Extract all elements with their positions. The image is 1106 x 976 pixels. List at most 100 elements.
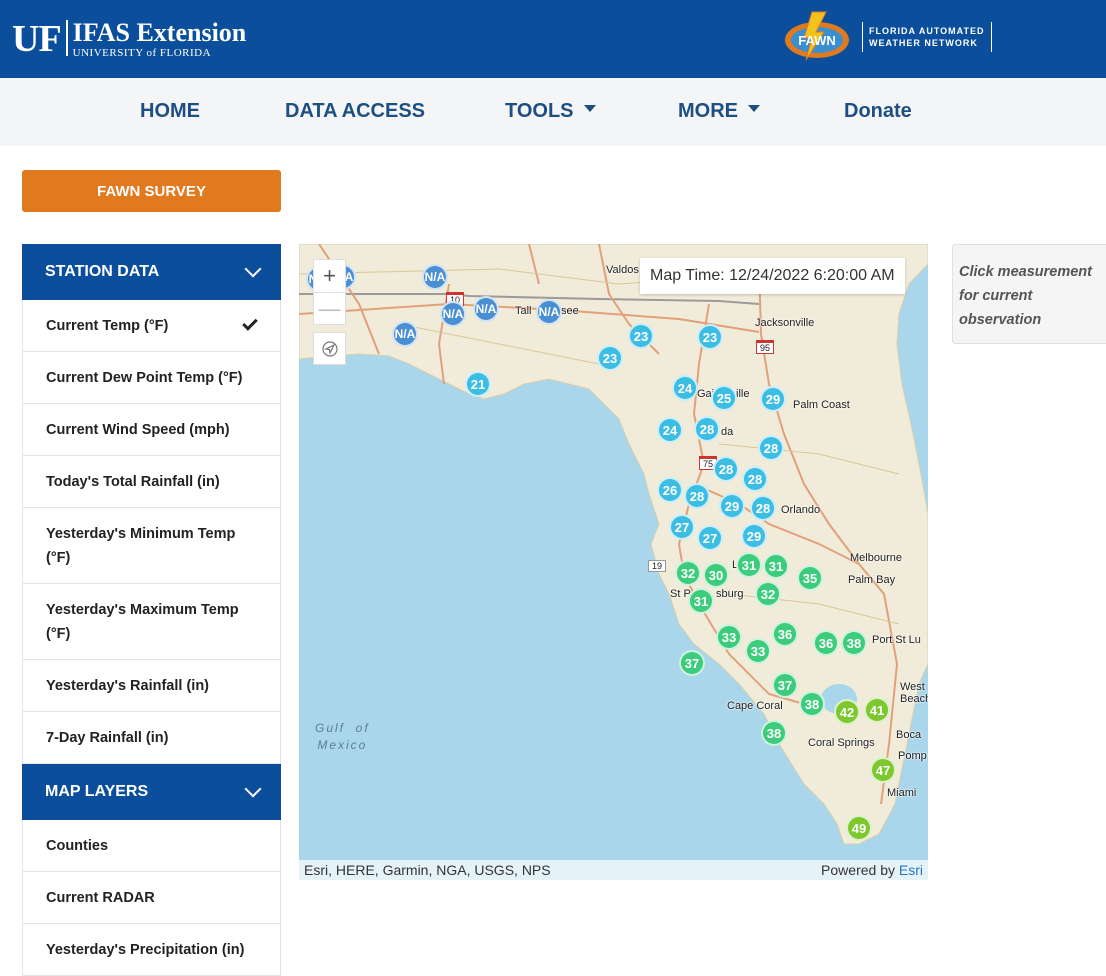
fawn-badge-icon: FAWN (782, 10, 852, 64)
city-label: Cape Coral (727, 700, 783, 712)
layer-item-label: Counties (46, 837, 109, 854)
station-item-label: Current Temp (°F) (46, 317, 169, 334)
station-marker[interactable]: 42 (834, 699, 860, 725)
station-marker[interactable]: 28 (684, 483, 710, 509)
site-header: UF IFAS Extension UNIVERSITY of FLORIDA … (0, 0, 1106, 78)
nav-data-access-label: DATA ACCESS (285, 100, 425, 122)
station-marker[interactable]: 28 (758, 435, 784, 461)
city-label: sburg (716, 588, 744, 600)
station-marker[interactable]: N/A (440, 301, 466, 327)
city-label: Valdos (606, 264, 639, 276)
station-marker[interactable]: 24 (672, 375, 698, 401)
station-marker[interactable]: 24 (657, 417, 683, 443)
layer-item-counties[interactable]: Counties (22, 820, 281, 872)
station-marker[interactable]: 38 (761, 720, 787, 746)
station-marker[interactable]: 29 (719, 493, 745, 519)
station-item-yesterday-max-temp[interactable]: Yesterday's Maximum Temp (°F) (22, 584, 281, 660)
locate-button[interactable] (313, 332, 346, 365)
chevron-down-icon (583, 105, 596, 112)
station-marker[interactable]: 49 (846, 815, 872, 841)
station-marker[interactable]: 41 (864, 697, 890, 723)
station-marker[interactable]: N/A (473, 296, 499, 322)
station-marker[interactable]: 28 (713, 456, 739, 482)
station-marker[interactable]: 32 (675, 560, 701, 586)
fawn-name-line2: WEATHER NETWORK (869, 38, 978, 48)
station-map[interactable]: 10 95 75 19 Valdos Tall see Jacksonville… (299, 244, 928, 880)
nav-more[interactable]: MORE (678, 100, 760, 123)
zoom-in-button[interactable]: + (314, 260, 345, 292)
nav-home[interactable]: HOME (140, 100, 200, 123)
station-marker[interactable]: 36 (772, 621, 798, 647)
station-marker[interactable]: 33 (745, 638, 771, 664)
fawn-logo[interactable]: FAWN FLORIDA AUTOMATED WEATHER NETWORK (782, 10, 992, 64)
station-marker[interactable]: 26 (657, 477, 683, 503)
fawn-survey-button[interactable]: FAWN SURVEY (22, 170, 281, 212)
nav-data-access[interactable]: DATA ACCESS (285, 100, 425, 123)
station-data-header[interactable]: STATION DATA (22, 244, 281, 300)
station-marker[interactable]: 38 (799, 691, 825, 717)
chevron-down-icon (244, 780, 262, 798)
station-item-yesterday-rainfall[interactable]: Yesterday's Rainfall (in) (22, 660, 281, 712)
city-label: da (721, 426, 734, 438)
nav-tools[interactable]: TOOLS (505, 100, 596, 123)
station-item-yesterday-min-temp[interactable]: Yesterday's Minimum Temp (°F) (22, 508, 281, 584)
esri-link[interactable]: Esri (899, 862, 923, 878)
station-marker[interactable]: N/A (422, 264, 448, 290)
map-attribution: Esri, HERE, Garmin, NGA, USGS, NPS Power… (299, 860, 928, 880)
station-marker[interactable]: 23 (628, 323, 654, 349)
main-nav: HOME DATA ACCESS TOOLS MORE Donate (0, 78, 1106, 146)
station-marker[interactable]: 37 (679, 650, 705, 676)
station-item-label: Today's Total Rainfall (in) (46, 473, 220, 490)
station-marker[interactable]: 31 (688, 588, 714, 614)
uf-ifas-logo[interactable]: UF IFAS Extension UNIVERSITY of FLORIDA (12, 18, 247, 60)
station-marker[interactable]: 21 (465, 371, 491, 397)
chevron-down-icon (244, 260, 262, 278)
nav-donate[interactable]: Donate (844, 100, 912, 123)
station-marker[interactable]: 28 (750, 495, 776, 521)
station-marker[interactable]: 35 (797, 565, 823, 591)
station-item-wind-speed[interactable]: Current Wind Speed (mph) (22, 404, 281, 456)
city-label: see (561, 305, 579, 317)
layer-item-label: Yesterday's Precipitation (in) (46, 941, 245, 958)
station-item-dew-point[interactable]: Current Dew Point Temp (°F) (22, 352, 281, 404)
fawn-divider (862, 22, 863, 52)
map-layers-header[interactable]: MAP LAYERS (22, 764, 281, 820)
uf-mark: UF (12, 18, 62, 60)
city-label: Boca (896, 729, 922, 741)
station-marker[interactable]: 31 (736, 552, 762, 578)
station-marker[interactable]: 28 (694, 416, 720, 442)
city-label: Jacksonville (755, 317, 815, 329)
station-marker[interactable]: 27 (697, 525, 723, 551)
station-marker[interactable]: 29 (741, 523, 767, 549)
org-subtitle: UNIVERSITY of FLORIDA (72, 47, 212, 59)
sidebar: STATION DATA Current Temp (°F) Current D… (22, 244, 281, 976)
station-marker[interactable]: 32 (755, 581, 781, 607)
layer-item-radar[interactable]: Current RADAR (22, 872, 281, 924)
svg-text:FAWN: FAWN (798, 33, 836, 48)
station-marker[interactable]: N/A (392, 321, 418, 347)
station-marker[interactable]: 36 (813, 630, 839, 656)
nav-donate-label: Donate (844, 100, 912, 122)
layer-item-precipitation[interactable]: Yesterday's Precipitation (in) (22, 924, 281, 976)
station-marker[interactable]: 31 (763, 553, 789, 579)
station-marker[interactable]: 25 (711, 385, 737, 411)
station-marker[interactable]: 27 (669, 514, 695, 540)
city-label: Tall (515, 305, 532, 317)
station-item-7day-rainfall[interactable]: 7-Day Rainfall (in) (22, 712, 281, 764)
station-marker[interactable]: 28 (742, 466, 768, 492)
station-marker[interactable]: 47 (870, 757, 896, 783)
station-marker[interactable]: 30 (703, 562, 729, 588)
station-marker[interactable]: 23 (597, 345, 623, 371)
org-title: IFAS Extension (72, 18, 247, 47)
station-item-current-temp[interactable]: Current Temp (°F) (22, 300, 281, 352)
highway-shield: 19 (648, 560, 667, 572)
station-marker[interactable]: N/A (536, 299, 562, 325)
station-marker[interactable]: 38 (841, 630, 867, 656)
station-marker[interactable]: 29 (760, 386, 786, 412)
zoom-out-button[interactable]: — (314, 292, 345, 324)
station-item-todays-rainfall[interactable]: Today's Total Rainfall (in) (22, 456, 281, 508)
station-marker[interactable]: 23 (697, 324, 723, 350)
layer-item-label: Current RADAR (46, 889, 155, 906)
station-marker[interactable]: 33 (716, 624, 742, 650)
station-marker[interactable]: 37 (772, 672, 798, 698)
